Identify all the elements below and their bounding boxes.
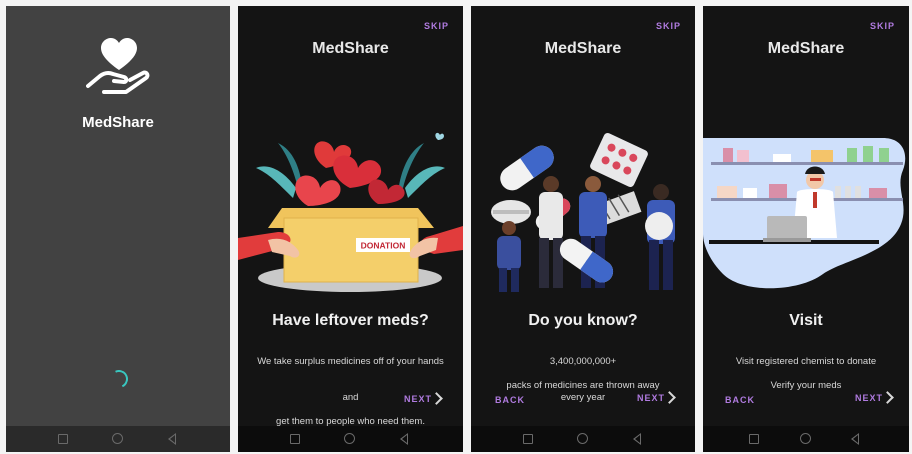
pharmacist-illustration (703, 138, 906, 289)
onboarding-description-2: Verify your meds (770, 380, 842, 391)
donation-box-label: DONATION (361, 241, 406, 251)
recents-button[interactable] (290, 434, 300, 444)
onboarding-screen-visit: SKIP MedShare Visit Visit registered che… (703, 6, 909, 452)
next-button[interactable]: NEXT (404, 394, 432, 404)
people-with-medicines-illustration (491, 133, 675, 292)
system-nav-bar (703, 426, 909, 452)
onboarding-screen-leftover: SKIP MedShare DONATION Have leftover med… (238, 6, 463, 452)
back-nav-button[interactable] (168, 433, 176, 445)
stat-value: 3,400,000,000+ (549, 356, 617, 367)
onboarding-heading: Have leftover meds? (272, 312, 429, 329)
onboarding-description-1: Visit registered chemist to donate (735, 356, 877, 367)
back-nav-button[interactable] (851, 433, 859, 445)
onboarding-heading: Do you know? (528, 312, 638, 329)
splash-screen: MedShare (6, 6, 230, 452)
back-button[interactable]: BACK (495, 395, 525, 405)
splash-app-name: MedShare (82, 114, 154, 131)
skip-button[interactable]: SKIP (656, 21, 681, 31)
next-button[interactable]: NEXT (855, 393, 883, 403)
recents-button[interactable] (749, 434, 759, 444)
home-button[interactable] (800, 433, 811, 444)
loading-spinner (107, 367, 131, 391)
app-title: MedShare (312, 40, 389, 57)
system-nav-bar (471, 426, 695, 452)
donation-box-illustration: DONATION (238, 132, 463, 292)
system-nav-bar (238, 426, 463, 452)
skip-button[interactable]: SKIP (870, 21, 895, 31)
chevron-right-icon[interactable] (881, 391, 894, 404)
onboarding-screen-do-you-know: SKIP MedShare Do you know? 3,400,000,000… (471, 6, 695, 452)
collage-background: MedShare SKIP MedShare DONATION Have lef… (0, 0, 912, 454)
onboarding-heading: Visit (789, 312, 823, 329)
recents-button[interactable] (58, 434, 68, 444)
recents-button[interactable] (523, 434, 533, 444)
skip-button[interactable]: SKIP (424, 21, 449, 31)
onboarding-description-1: We take surplus medicines off of your ha… (257, 356, 444, 367)
home-button[interactable] (112, 433, 123, 444)
home-button[interactable] (344, 433, 355, 444)
app-title: MedShare (767, 40, 845, 57)
system-nav-bar (6, 426, 230, 452)
app-title: MedShare (544, 40, 622, 57)
back-nav-button[interactable] (633, 433, 641, 445)
back-nav-button[interactable] (400, 433, 408, 445)
home-button[interactable] (577, 433, 588, 444)
next-button[interactable]: NEXT (637, 393, 665, 403)
heart-hand-icon (86, 38, 150, 94)
back-button[interactable]: BACK (725, 395, 755, 405)
